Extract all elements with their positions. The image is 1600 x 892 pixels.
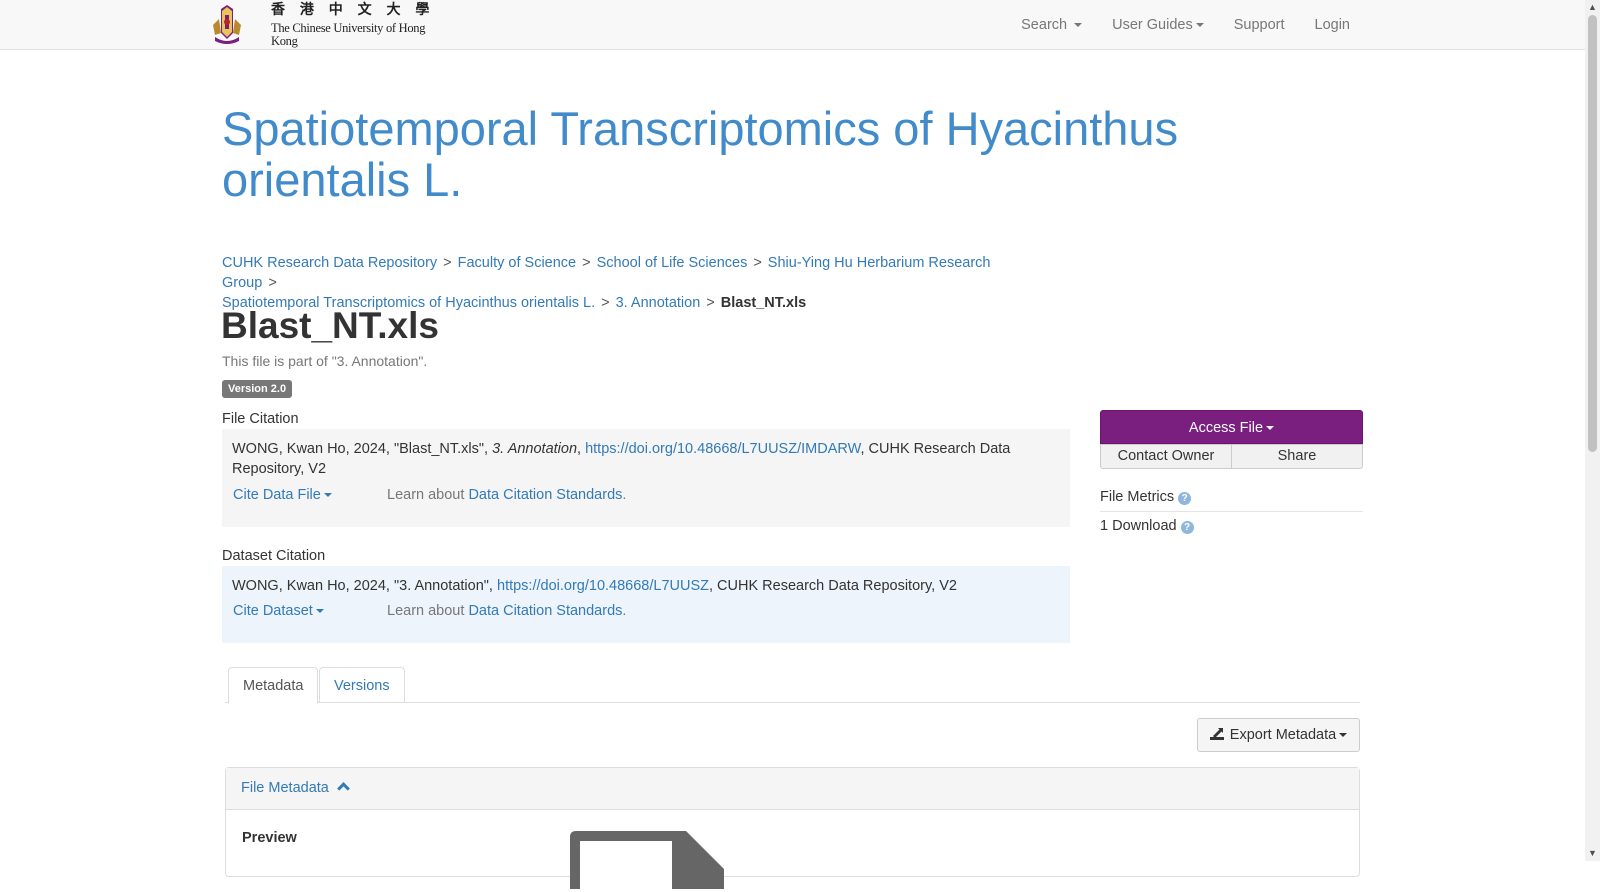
page-scrollbar[interactable]: ▲ ▼ — [1585, 0, 1600, 861]
export-metadata-label: Export Metadata — [1229, 727, 1337, 743]
scrollbar-thumb[interactable] — [1588, 15, 1597, 452]
navbar: 香 港 中 文 大 學 The Chinese University of Ho… — [0, 0, 1585, 50]
breadcrumb-separator: > — [753, 255, 762, 271]
data-citation-standards-link[interactable]: Data Citation Standards — [468, 487, 622, 503]
dataset-citation-actions: Cite Dataset Learn about Data Citation S… — [233, 601, 626, 621]
breadcrumb-separator: > — [268, 275, 277, 291]
tab-versions[interactable]: Versions — [319, 667, 405, 703]
citation-suffix: , CUHK Research Data Repository, V2 — [709, 578, 957, 594]
learn-suffix: . — [622, 603, 627, 619]
learn-prefix: Learn about — [387, 487, 469, 503]
breadcrumb-current: Blast_NT.xls — [720, 295, 807, 311]
learn-about-text: Learn about Data Citation Standards. — [387, 485, 626, 505]
learn-about-text: Learn about Data Citation Standards. — [387, 601, 626, 621]
owner-share-button-group: Contact Owner Share — [1100, 444, 1363, 469]
logo-english-text: The Chinese University of Hong Kong — [271, 21, 426, 48]
help-question-icon[interactable]: ? — [1178, 492, 1192, 505]
nav-search-label: Search — [1021, 17, 1068, 33]
help-question-icon[interactable]: ? — [1180, 521, 1194, 534]
dataset-citation-text: WONG, Kwan Ho, 2024, "3. Annotation", ht… — [232, 576, 1060, 596]
scroll-up-arrow-icon[interactable]: ▲ — [1585, 0, 1600, 15]
tab-metadata[interactable]: Metadata — [228, 667, 319, 704]
version-badge: Version 2.0 — [222, 380, 293, 398]
nav-login-link[interactable]: Login — [1300, 0, 1365, 50]
breadcrumb-item-faculty[interactable]: Faculty of Science — [458, 255, 576, 271]
cite-dataset-label: Cite Dataset — [233, 603, 313, 619]
nav-user-guides-label: User Guides — [1112, 17, 1193, 33]
citation-comma: , — [577, 441, 586, 457]
export-metadata-button[interactable]: Export Metadata — [1197, 718, 1360, 752]
caret-down-icon — [1195, 23, 1204, 28]
cite-data-file-dropdown[interactable]: Cite Data File — [233, 485, 387, 505]
citation-dataset-title: 3. Annotation — [492, 441, 578, 457]
breadcrumb-separator: > — [443, 255, 452, 271]
cuhk-crest-icon — [213, 3, 267, 47]
caret-down-icon — [1266, 426, 1275, 431]
file-metrics-heading: File Metrics? — [1100, 489, 1363, 512]
dataset-title[interactable]: Spatiotemporal Transcriptomics of Hyacin… — [222, 103, 1222, 205]
cite-data-file-label: Cite Data File — [233, 487, 321, 503]
logo-chinese-text: 香 港 中 文 大 學 — [271, 2, 435, 18]
file-type-icon — [564, 829, 724, 889]
learn-suffix: . — [622, 487, 627, 503]
caret-down-icon — [323, 493, 332, 498]
scroll-down-arrow-icon[interactable]: ▼ — [1585, 846, 1600, 861]
dataset-doi-link[interactable]: https://doi.org/10.48668/L7UUSZ — [497, 578, 709, 594]
file-metadata-panel-header[interactable]: File Metadata — [226, 768, 1359, 810]
file-citation-text: WONG, Kwan Ho, 2024, "Blast_NT.xls", 3. … — [232, 439, 1060, 479]
breadcrumb-separator: > — [706, 295, 715, 311]
learn-prefix: Learn about — [387, 603, 469, 619]
download-count-label: 1 Download — [1100, 518, 1177, 534]
breadcrumb-separator: > — [601, 295, 610, 311]
access-file-label: Access File — [1188, 420, 1264, 436]
file-citation-box: WONG, Kwan Ho, 2024, "Blast_NT.xls", 3. … — [222, 429, 1070, 527]
citation-text: WONG, Kwan Ho, 2024, "3. Annotation", — [232, 578, 497, 594]
nav-support-link[interactable]: Support — [1219, 0, 1300, 50]
file-part-of-text: This file is part of "3. Annotation". — [222, 353, 428, 369]
dataset-citation-label: Dataset Citation — [222, 548, 326, 564]
nav-menu: Search User Guides Support Login — [1006, 0, 1585, 50]
preview-label: Preview — [242, 830, 297, 846]
breadcrumb-separator: > — [582, 255, 591, 271]
file-citation-actions: Cite Data File Learn about Data Citation… — [233, 485, 626, 505]
cuhk-logo[interactable]: 香 港 中 文 大 學 The Chinese University of Ho… — [213, 3, 453, 47]
file-tabs: Metadata Versions — [225, 667, 1360, 704]
breadcrumb-item-repository[interactable]: CUHK Research Data Repository — [222, 255, 437, 271]
nav-user-guides-dropdown[interactable]: User Guides — [1097, 0, 1219, 50]
data-citation-standards-link[interactable]: Data Citation Standards — [468, 603, 622, 619]
file-metrics-label: File Metrics — [1100, 489, 1175, 505]
share-button[interactable]: Share — [1232, 444, 1363, 469]
caret-down-icon — [1074, 23, 1083, 28]
chevron-up-icon — [336, 782, 350, 795]
access-file-button[interactable]: Access File — [1100, 410, 1363, 444]
file-doi-link[interactable]: https://doi.org/10.48668/L7UUSZ/IMDARW — [585, 441, 860, 457]
cite-dataset-dropdown[interactable]: Cite Dataset — [233, 601, 387, 621]
file-metadata-title: File Metadata — [241, 780, 329, 796]
dataset-citation-box: WONG, Kwan Ho, 2024, "3. Annotation", ht… — [222, 566, 1070, 643]
breadcrumb-item-annotation[interactable]: 3. Annotation — [616, 295, 701, 311]
download-count: 1 Download? — [1100, 518, 1194, 534]
citation-text: WONG, Kwan Ho, 2024, "Blast_NT.xls", — [232, 441, 493, 457]
export-icon — [1209, 720, 1224, 740]
file-title: Blast_NT.xls — [221, 305, 439, 346]
nav-search-dropdown[interactable]: Search — [1006, 0, 1097, 50]
file-citation-label: File Citation — [222, 411, 299, 427]
breadcrumb-item-school[interactable]: School of Life Sciences — [597, 255, 748, 271]
contact-owner-button[interactable]: Contact Owner — [1100, 444, 1232, 469]
caret-down-icon — [315, 609, 324, 614]
caret-down-icon — [1339, 733, 1348, 738]
